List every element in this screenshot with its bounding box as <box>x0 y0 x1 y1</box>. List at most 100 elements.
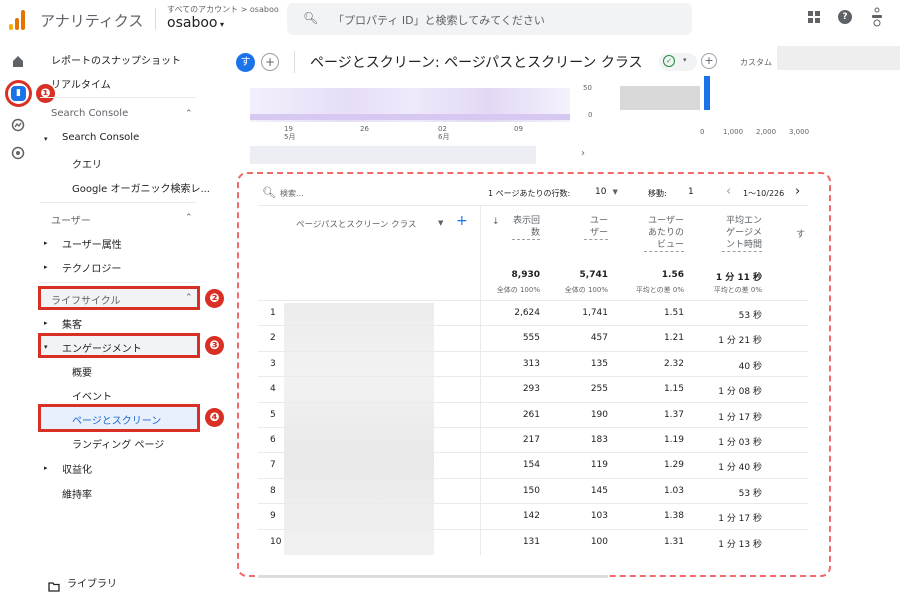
nav-item-snapshot[interactable]: レポートのスナップショット <box>51 52 181 67</box>
cell-users: 103 <box>590 511 608 522</box>
total-views-per-user-sub: 平均との差 0% <box>635 286 684 294</box>
cell-avg-engagement: 40 秒 <box>738 361 762 372</box>
top-app-bar: アナリティクス すべてのアカウント > osaboo osaboo ▾ 🔍︎ 「… <box>0 0 900 40</box>
apps-grid-icon[interactable] <box>808 11 821 28</box>
cell-views: 217 <box>522 435 540 445</box>
x-tick: 09 <box>514 125 523 133</box>
date-range-label[interactable]: カスタム <box>740 57 772 68</box>
table-row[interactable]: 3 313 135 2.32 40 秒 <box>258 350 808 376</box>
nav-item-realtime[interactable]: リアルタイム <box>51 76 111 91</box>
chevron-right-icon[interactable]: › <box>581 148 585 159</box>
account-avatar-icon[interactable] <box>870 6 884 32</box>
nav-item-organic-search[interactable]: Google オーガニック検索レ... <box>72 180 210 195</box>
cell-avg-engagement: 53 秒 <box>738 311 762 321</box>
home-icon[interactable] <box>9 54 27 72</box>
reports-icon[interactable]: ▮ <box>5 80 32 107</box>
table-row[interactable]: 5 261 190 1.37 1 分 17 秒 <box>258 401 808 427</box>
cell-views: 150 <box>522 485 540 496</box>
add-icon[interactable]: + <box>701 53 717 69</box>
table-row[interactable]: 2 555 457 1.21 1 分 21 秒 <box>258 325 808 350</box>
divider <box>258 205 808 206</box>
help-icon[interactable]: ? <box>838 10 852 24</box>
nav-item-technology[interactable]: テクノロジー <box>62 260 121 275</box>
row-number: 6 <box>270 435 276 445</box>
sort-arrow-icon[interactable]: ↓ <box>492 217 500 227</box>
status-chip[interactable]: ✓ ▾ <box>659 53 697 71</box>
search-icon: 🔍︎ <box>262 186 276 199</box>
add-comparison-icon[interactable]: + <box>261 53 279 71</box>
y-tick-0: 0 <box>588 111 593 119</box>
next-page-icon[interactable]: › <box>795 184 800 199</box>
table-row[interactable]: 8 150 145 1.03 53 秒 <box>258 477 808 503</box>
table-row[interactable]: 1 2,624 1,741 1.51 53 秒 <box>258 300 808 325</box>
nav-item-acquisition[interactable]: 集客 <box>62 316 82 331</box>
nav-item-overview[interactable]: 概要 <box>72 364 92 379</box>
comparison-avatar[interactable]: す <box>236 53 255 72</box>
total-views-per-user: 1.56 <box>661 270 684 280</box>
nav-item-queries[interactable]: クエリ <box>72 156 102 171</box>
cell-views: 131 <box>522 536 540 547</box>
nav-item-search-console[interactable]: Search Console <box>62 132 139 143</box>
cell-views-per-user: 2.32 <box>663 358 684 369</box>
search-box[interactable]: 🔍︎ 「プロパティ ID」と検索してみてください <box>287 3 692 35</box>
annotation-badge-2: ❷ <box>205 289 224 308</box>
nav-item-monetization[interactable]: 収益化 <box>62 461 92 476</box>
column-header-users[interactable]: ユーザー <box>572 215 608 240</box>
cell-avg-engagement: 53 秒 <box>738 488 762 499</box>
row-number: 1 <box>270 308 276 318</box>
chevron-up-icon[interactable]: ⌃ <box>185 109 193 119</box>
folder-icon <box>48 577 60 596</box>
nav-item-pages-and-screens[interactable]: ページとスクリーン <box>72 412 161 427</box>
dimension-header[interactable]: ページパスとスクリーン クラス <box>296 218 416 230</box>
column-header-views[interactable]: 表示回数 <box>506 215 540 240</box>
add-dimension-icon[interactable]: + <box>456 213 468 229</box>
rows-per-page-select[interactable]: 10 ▼ <box>595 187 618 197</box>
cell-users: 119 <box>590 460 608 471</box>
table-row[interactable]: 9 142 103 1.38 1 分 17 秒 <box>258 503 808 528</box>
advertising-icon[interactable] <box>9 146 27 164</box>
nav-item-events[interactable]: イベント <box>72 388 112 403</box>
bar-tick: 0 <box>700 128 705 136</box>
column-header-truncated[interactable]: す <box>796 229 808 241</box>
nav-section-search-console[interactable]: Search Console <box>51 108 128 119</box>
cell-avg-engagement: 1 分 17 秒 <box>718 514 762 525</box>
nav-item-demographics[interactable]: ユーザー属性 <box>62 236 122 251</box>
table-row[interactable]: 4 293 255 1.15 1 分 08 秒 <box>258 376 808 401</box>
nav-section-user[interactable]: ユーザー <box>51 212 91 227</box>
column-header-avg-engagement[interactable]: 平均エンゲージメント時間 <box>716 215 762 252</box>
table-row[interactable]: 7 154 119 1.29 1 分 40 秒 <box>258 452 808 477</box>
horizontal-scrollbar[interactable] <box>258 575 608 578</box>
caret-down-icon[interactable]: ▼ <box>438 219 443 227</box>
nav-section-lifecycle[interactable]: ライフサイクル <box>51 292 121 307</box>
divider <box>40 97 196 98</box>
cell-users: 457 <box>590 333 608 344</box>
search-icon: 🔍︎ <box>303 11 319 25</box>
breadcrumb[interactable]: すべてのアカウント > osaboo <box>167 4 279 15</box>
cell-views-per-user: 1.29 <box>663 460 684 471</box>
y-tick-50: 50 <box>583 84 592 92</box>
column-header-views-per-user[interactable]: ユーザーあたりのビュー <box>642 215 684 252</box>
analytics-logo-icon[interactable] <box>9 10 25 30</box>
prev-page-icon[interactable]: ‹ <box>726 184 731 199</box>
nav-item-retention[interactable]: 維持率 <box>62 486 92 501</box>
explore-icon[interactable] <box>9 118 27 136</box>
nav-item-library[interactable]: ライブラリ <box>67 575 117 590</box>
chevron-up-icon[interactable]: ⌃ <box>185 293 193 303</box>
table-row[interactable]: 6 217 183 1.19 1 分 03 秒 <box>258 427 808 452</box>
column-header-avg-engagement-label: 平均エンゲージメント時間 <box>722 215 762 252</box>
cell-views-per-user: 1.31 <box>663 536 684 547</box>
account-selector[interactable]: osaboo ▾ <box>167 15 224 31</box>
caret-down-icon: ▾ <box>44 343 48 351</box>
chevron-up-icon[interactable]: ⌃ <box>185 213 193 223</box>
table-row[interactable]: 10 131 100 1.31 1 分 13 秒 <box>258 528 808 554</box>
date-range-blurred[interactable] <box>777 46 900 70</box>
cell-views: 142 <box>522 511 540 522</box>
cell-views-per-user: 1.37 <box>663 409 684 420</box>
nav-item-landing-page[interactable]: ランディング ページ <box>72 436 164 451</box>
goto-input[interactable]: 1 <box>688 187 694 197</box>
nav-item-engagement[interactable]: エンゲージメント <box>62 340 142 355</box>
row-number: 8 <box>270 485 276 496</box>
rows-per-page-value: 10 <box>595 187 607 197</box>
goto-label: 移動: <box>648 189 667 198</box>
table-search-input[interactable]: 検索... <box>280 188 304 199</box>
